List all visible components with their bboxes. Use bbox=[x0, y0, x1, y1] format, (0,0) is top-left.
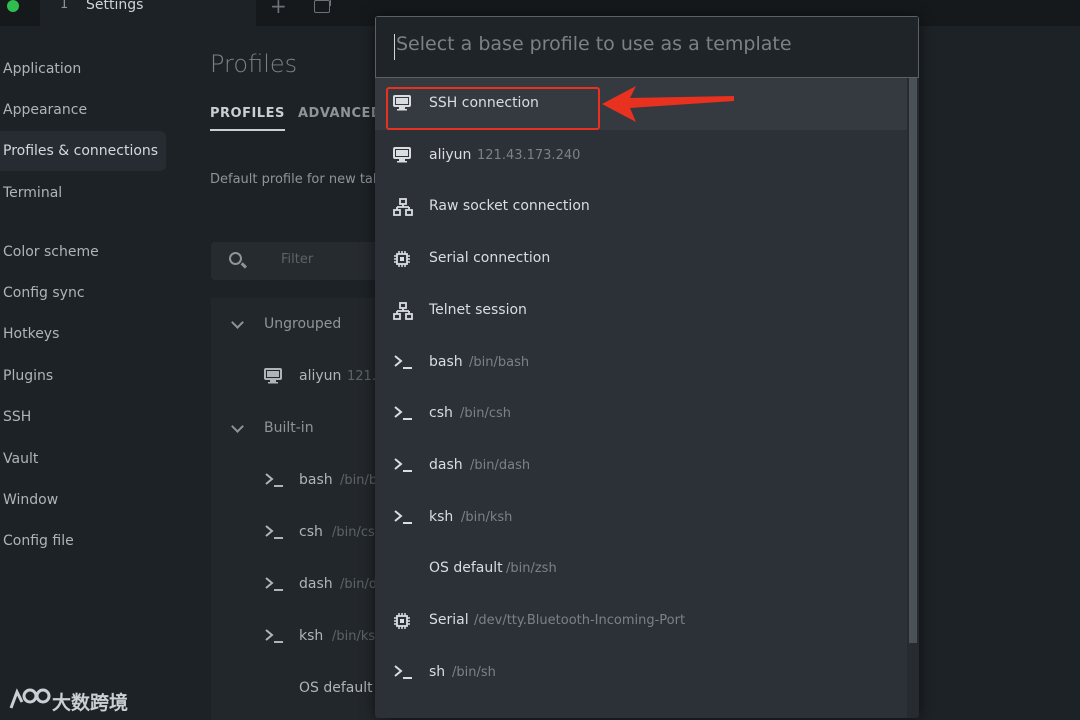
template-item-serial[interactable]: Serial /dev/tty.Bluetooth-Incoming-Port bbox=[375, 595, 907, 647]
group-header-ungrouped[interactable]: Ungrouped bbox=[211, 298, 391, 350]
page-title: Profiles bbox=[210, 50, 298, 78]
template-desc: /bin/ksh bbox=[461, 510, 513, 525]
tab-number: 1 bbox=[60, 0, 69, 12]
group-name: Built-in bbox=[264, 420, 314, 436]
profile-name: csh bbox=[299, 524, 323, 540]
scrollbar-thumb[interactable] bbox=[909, 78, 917, 643]
chevron-down-icon bbox=[231, 316, 244, 329]
template-item-dash[interactable]: dash /bin/dash bbox=[375, 440, 907, 492]
terminal-prompt-icon bbox=[393, 457, 413, 473]
template-item-os-default[interactable]: OS default /bin/zsh bbox=[375, 543, 907, 595]
template-desc: /bin/sh bbox=[452, 665, 496, 680]
template-name: sh bbox=[429, 664, 446, 680]
template-desc: 121.43.173.240 bbox=[477, 148, 581, 163]
chevron-down-icon bbox=[231, 420, 244, 433]
profile-item[interactable]: aliyun 121.43.173.240 bbox=[211, 350, 450, 402]
window-stack-icon[interactable] bbox=[314, 0, 331, 13]
status-dot-icon bbox=[7, 0, 19, 12]
nav-item-profiles-connections[interactable]: Profiles & connections bbox=[0, 131, 166, 171]
text-caret bbox=[394, 34, 395, 60]
template-name: Raw socket connection bbox=[429, 198, 590, 214]
nav-item-window[interactable]: Window bbox=[0, 480, 166, 520]
template-item-serial-connection[interactable]: Serial connection bbox=[375, 233, 907, 285]
filter-placeholder: Filter bbox=[281, 252, 314, 267]
filter-input[interactable]: Filter bbox=[211, 242, 391, 280]
chip-icon bbox=[393, 250, 411, 268]
group-header-built-in[interactable]: Built-in bbox=[211, 402, 391, 454]
template-name: ksh bbox=[429, 509, 454, 525]
chip-icon bbox=[393, 612, 411, 630]
profile-name: dash bbox=[299, 576, 333, 592]
template-list: SSH connection aliyun 121.43.173.240 Raw… bbox=[375, 78, 907, 718]
template-name: OS default bbox=[429, 560, 503, 576]
template-item-aliyun[interactable]: aliyun 121.43.173.240 bbox=[375, 130, 907, 182]
terminal-prompt-icon bbox=[393, 664, 413, 680]
template-name: Serial connection bbox=[429, 250, 551, 266]
nav-item-application[interactable]: Application bbox=[0, 49, 166, 89]
template-item-telnet-session[interactable]: Telnet session bbox=[375, 285, 907, 337]
terminal-prompt-icon bbox=[393, 354, 413, 370]
nav-item-config-sync[interactable]: Config sync bbox=[0, 273, 166, 313]
template-name: dash bbox=[429, 457, 463, 473]
new-tab-plus-icon[interactable]: + bbox=[270, 0, 287, 18]
tab-settings[interactable] bbox=[40, 0, 256, 26]
nav-item-ssh[interactable]: SSH bbox=[0, 397, 166, 437]
tab-profiles[interactable]: PROFILES bbox=[210, 106, 285, 131]
terminal-prompt-icon bbox=[393, 405, 413, 421]
highlight-box bbox=[386, 87, 600, 130]
terminal-prompt-icon bbox=[264, 576, 284, 592]
monitor-icon bbox=[393, 147, 411, 163]
annotation-arrow-icon bbox=[600, 84, 736, 124]
template-desc: /bin/bash bbox=[469, 355, 530, 370]
profile-name: bash bbox=[299, 472, 333, 488]
template-name: Telnet session bbox=[429, 302, 527, 318]
nav-item-vault[interactable]: Vault bbox=[0, 439, 166, 479]
network-icon bbox=[393, 198, 413, 216]
scrollbar-track[interactable] bbox=[907, 78, 919, 718]
profile-item[interactable]: OS default bbox=[211, 662, 391, 714]
search-icon bbox=[229, 252, 242, 265]
monitor-icon bbox=[264, 368, 282, 384]
profile-item[interactable]: ksh /bin/ksh bbox=[211, 610, 391, 662]
template-desc: /dev/tty.Bluetooth-Incoming-Port bbox=[474, 613, 686, 628]
template-desc: /bin/zsh bbox=[506, 561, 557, 576]
profile-name: aliyun bbox=[299, 368, 342, 384]
template-name: Serial bbox=[429, 612, 469, 628]
profile-name: OS default bbox=[299, 680, 373, 696]
group-name: Ungrouped bbox=[264, 316, 342, 332]
template-desc: /bin/dash bbox=[470, 458, 531, 473]
watermark-text: 大数跨境 bbox=[52, 692, 129, 714]
template-name: aliyun bbox=[429, 147, 472, 163]
watermark-logo-icon bbox=[8, 684, 52, 712]
template-name: csh bbox=[429, 405, 453, 421]
terminal-prompt-icon bbox=[393, 509, 413, 525]
template-item-bash[interactable]: bash /bin/bash bbox=[375, 337, 907, 389]
template-search-input[interactable]: Select a base profile to use as a templa… bbox=[375, 16, 919, 78]
terminal-prompt-icon bbox=[264, 472, 284, 488]
profile-item[interactable]: bash /bin/bash bbox=[211, 454, 400, 506]
profile-list: Ungrouped aliyun 121.43.173.240 Built-in… bbox=[211, 298, 450, 720]
template-item-ksh[interactable]: ksh /bin/ksh bbox=[375, 492, 907, 544]
profile-name: ksh bbox=[299, 628, 324, 644]
template-item-csh[interactable]: csh /bin/csh bbox=[375, 388, 907, 440]
default-profile-label: Default profile for new tab bbox=[210, 172, 382, 187]
template-item-raw-socket[interactable]: Raw socket connection bbox=[375, 181, 907, 233]
tab-advanced[interactable]: ADVANCED bbox=[298, 106, 382, 121]
nav-item-config-file[interactable]: Config file bbox=[0, 521, 166, 561]
nav-item-color-scheme[interactable]: Color scheme bbox=[0, 232, 166, 272]
nav-item-hotkeys[interactable]: Hotkeys bbox=[0, 314, 166, 354]
terminal-prompt-icon bbox=[264, 628, 284, 644]
profile-item[interactable]: csh /bin/csh bbox=[211, 506, 391, 558]
nav-item-plugins[interactable]: Plugins bbox=[0, 356, 166, 396]
terminal-prompt-icon bbox=[264, 524, 284, 540]
tab-title: Settings bbox=[86, 0, 144, 13]
template-desc: /bin/csh bbox=[460, 406, 512, 421]
nav-item-terminal[interactable]: Terminal bbox=[0, 173, 166, 213]
profile-item[interactable]: dash /bin/dash bbox=[211, 558, 400, 610]
nav-item-appearance[interactable]: Appearance bbox=[0, 90, 166, 130]
network-icon bbox=[393, 302, 413, 320]
template-item-sh[interactable]: sh /bin/sh bbox=[375, 647, 907, 699]
template-name: bash bbox=[429, 354, 463, 370]
template-search-placeholder: Select a base profile to use as a templa… bbox=[396, 33, 792, 55]
